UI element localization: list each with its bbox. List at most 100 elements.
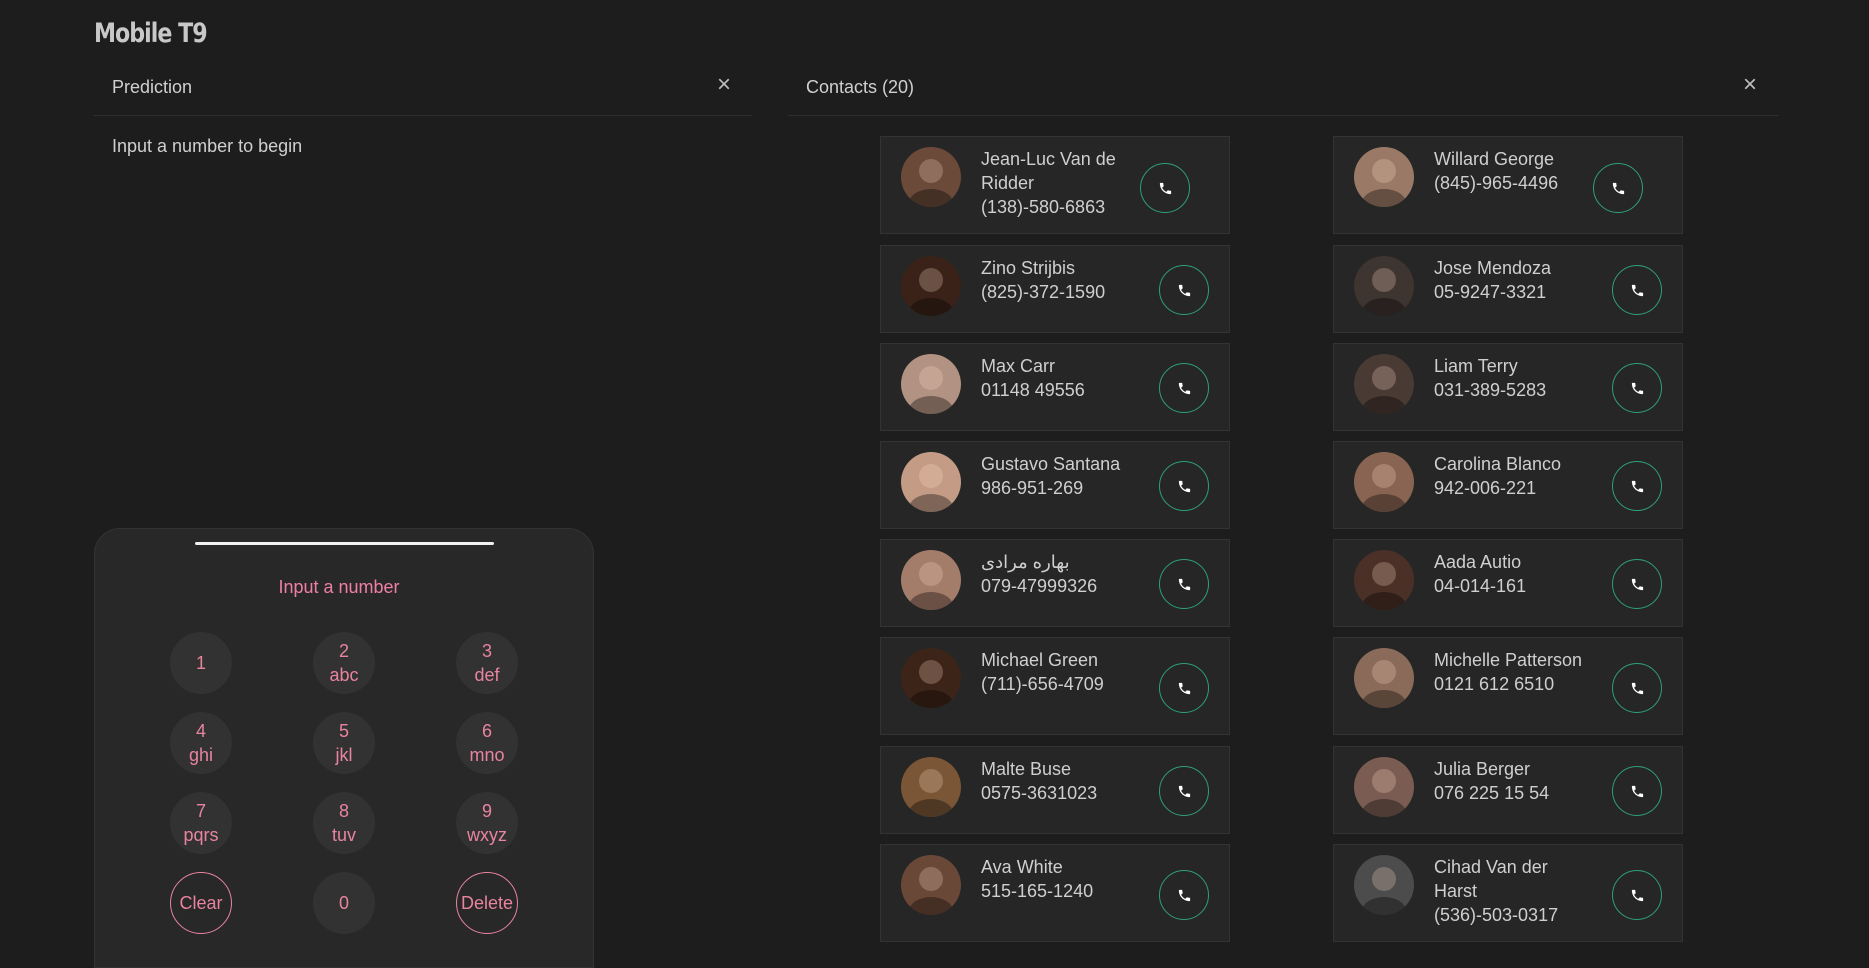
close-icon[interactable]: × [1738, 73, 1762, 97]
contact-phone: (711)-656-4709 [981, 674, 1104, 694]
contact-card: Liam Terry 031-389-5283 [1333, 343, 1683, 431]
avatar [1354, 550, 1414, 610]
phone-icon [1631, 382, 1643, 394]
phone-keypad: Input a number 1 2 abc 3 def 4 ghi 5 jkl 6 mn… [94, 528, 594, 968]
key-5[interactable]: 5 jkl [313, 712, 375, 774]
key-1[interactable]: 1 [170, 632, 232, 694]
clear-button[interactable]: Clear [170, 872, 232, 934]
contact-card: Aada Autio 04-014-161 [1333, 539, 1683, 627]
phone-icon [1178, 785, 1190, 797]
contact-phone: 942-006-221 [1434, 478, 1537, 498]
call-button[interactable] [1159, 870, 1209, 920]
contact-card: بهاره مرادی 079-47999326 [880, 539, 1230, 627]
contact-phone: 031-389-5283 [1434, 380, 1547, 400]
contact-card: Jean-Luc Van de Ridder (138)-580-6863 [880, 136, 1230, 234]
key-2[interactable]: 2 abc [313, 632, 375, 694]
contact-phone: 05-9247-3321 [1434, 282, 1547, 302]
phone-icon [1178, 480, 1190, 492]
key-letters: def [474, 665, 500, 685]
phone-notch [195, 542, 494, 545]
contact-phone: 986-951-269 [981, 478, 1084, 498]
contact-name: Liam Terry [1434, 356, 1518, 376]
contact-info: Max Carr 01148 49556 [981, 354, 1133, 402]
contact-phone: (845)-965-4496 [1434, 173, 1559, 193]
contact-info: Michael Green (711)-656-4709 [981, 648, 1133, 696]
contact-name: Carolina Blanco [1434, 454, 1562, 474]
key-0[interactable]: 0 [313, 872, 375, 934]
contact-phone: (138)-580-6863 [981, 197, 1106, 217]
key-6[interactable]: 6 mno [456, 712, 518, 774]
contact-name: Michelle Patterson [1434, 650, 1583, 670]
contact-info: Aada Autio 04-014-161 [1434, 550, 1586, 598]
phone-icon [1631, 889, 1643, 901]
contact-name: Willard George [1434, 149, 1555, 169]
contact-card: Jose Mendoza 05-9247-3321 [1333, 245, 1683, 333]
key-letters: tuv [331, 825, 356, 845]
call-button[interactable] [1612, 363, 1662, 413]
call-button[interactable] [1612, 870, 1662, 920]
contact-phone: 0121 612 6510 [1434, 674, 1555, 694]
prediction-title: Prediction [112, 77, 193, 97]
contact-info: Liam Terry 031-389-5283 [1434, 354, 1586, 402]
key-letters: wxyz [467, 825, 507, 845]
contact-name: Michael Green [981, 650, 1099, 670]
avatar [901, 648, 961, 708]
contact-name: Gustavo Santana [981, 454, 1121, 474]
contact-info: Jose Mendoza 05-9247-3321 [1434, 256, 1586, 304]
contact-phone: 515-165-1240 [981, 881, 1094, 901]
number-display: Input a number [278, 577, 400, 597]
call-button[interactable] [1159, 663, 1209, 713]
contact-info: Carolina Blanco 942-006-221 [1434, 452, 1586, 500]
contact-card: Carolina Blanco 942-006-221 [1333, 441, 1683, 529]
call-button[interactable] [1612, 559, 1662, 609]
avatar [901, 354, 961, 414]
key-digit: 4 [195, 721, 206, 741]
call-button[interactable] [1593, 163, 1643, 213]
contact-card: Zino Strijbis (825)-372-1590 [880, 245, 1230, 333]
avatar [1354, 855, 1414, 915]
call-button[interactable] [1612, 265, 1662, 315]
contact-card: Willard George (845)-965-4496 [1333, 136, 1683, 234]
call-button[interactable] [1159, 559, 1209, 609]
call-button[interactable] [1140, 163, 1190, 213]
call-button[interactable] [1612, 663, 1662, 713]
call-button[interactable] [1159, 363, 1209, 413]
key-digit: 2 [338, 641, 349, 661]
contact-phone: (825)-372-1590 [981, 282, 1106, 302]
contact-card: Max Carr 01148 49556 [880, 343, 1230, 431]
contact-name: Aada Autio [1434, 552, 1522, 572]
key-letters: mno [469, 745, 505, 765]
contact-name: Jean-Luc Van de Ridder [981, 149, 1116, 193]
call-button[interactable] [1612, 766, 1662, 816]
contact-card: Michelle Patterson 0121 612 6510 [1333, 637, 1683, 735]
contact-card: Cihad Van der Harst (536)-503-0317 [1333, 844, 1683, 942]
contact-info: Malte Buse 0575-3631023 [981, 757, 1133, 805]
prediction-panel-header: Prediction × [94, 60, 752, 116]
avatar [1354, 147, 1414, 207]
phone-icon [1631, 785, 1643, 797]
contact-info: Gustavo Santana 986-951-269 [981, 452, 1133, 500]
close-icon[interactable]: × [712, 73, 736, 97]
phone-icon [1159, 182, 1171, 194]
avatar [901, 147, 961, 207]
contact-card: Malte Buse 0575-3631023 [880, 746, 1230, 834]
key-9[interactable]: 9 wxyz [456, 792, 518, 854]
phone-icon [1178, 889, 1190, 901]
call-button[interactable] [1159, 766, 1209, 816]
key-4[interactable]: 4 ghi [170, 712, 232, 774]
call-button[interactable] [1159, 265, 1209, 315]
contact-name: Julia Berger [1434, 759, 1531, 779]
avatar [901, 550, 961, 610]
avatar [1354, 757, 1414, 817]
avatar [901, 855, 961, 915]
key-8[interactable]: 8 tuv [313, 792, 375, 854]
key-7[interactable]: 7 pqrs [170, 792, 232, 854]
contact-name: Max Carr [981, 356, 1056, 376]
contact-info: Michelle Patterson 0121 612 6510 [1434, 648, 1586, 696]
key-3[interactable]: 3 def [456, 632, 518, 694]
call-button[interactable] [1612, 461, 1662, 511]
delete-button[interactable]: Delete [456, 872, 518, 934]
call-button[interactable] [1159, 461, 1209, 511]
phone-icon [1178, 382, 1190, 394]
contact-info: Willard George (845)-965-4496 [1434, 147, 1586, 195]
